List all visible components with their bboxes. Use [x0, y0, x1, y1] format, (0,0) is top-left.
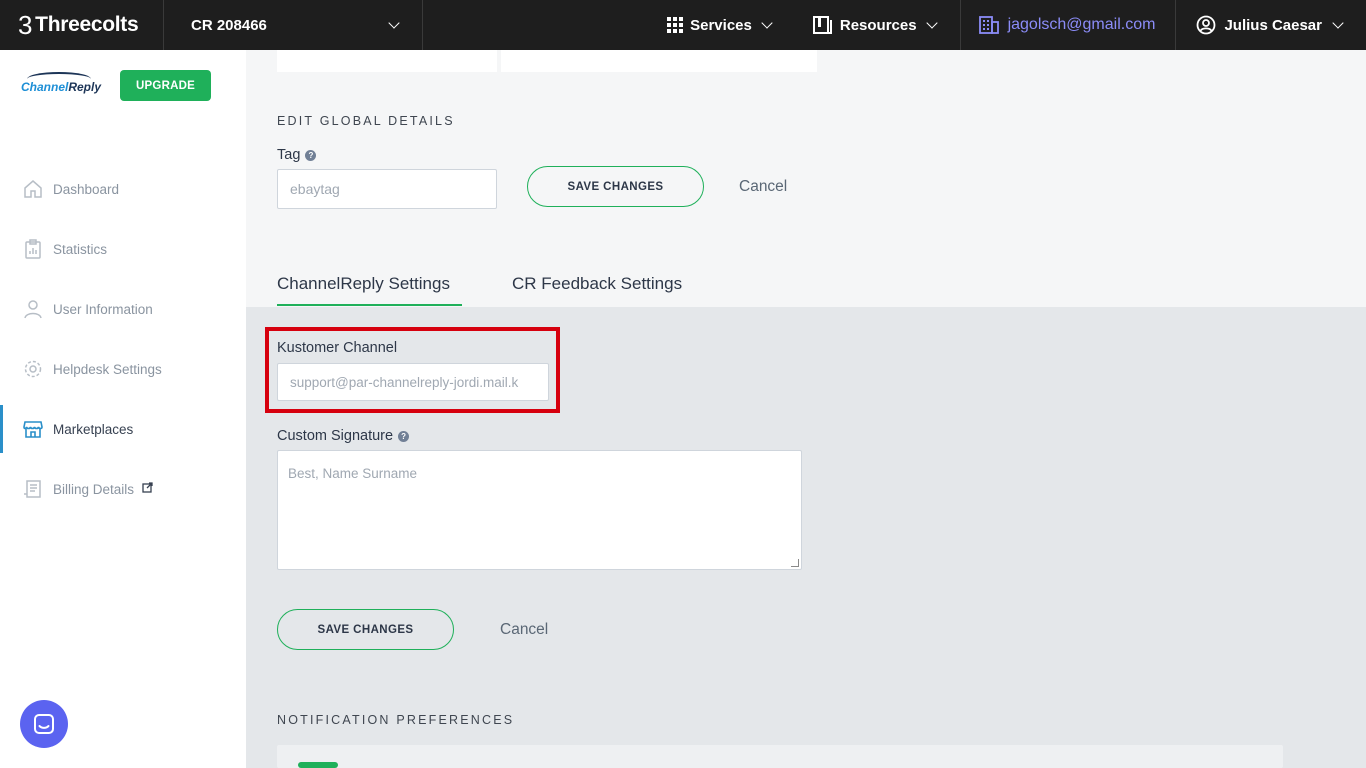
- notification-row: [277, 745, 1283, 768]
- channelreply-logo[interactable]: ChannelReply: [21, 72, 102, 102]
- gear-icon: [23, 359, 43, 379]
- user-icon: [23, 299, 43, 319]
- sidebar-item-helpdesk-settings[interactable]: Helpdesk Settings: [0, 345, 246, 393]
- sidebar-item-label: User Information: [53, 301, 153, 317]
- user-name: Julius Caesar: [1224, 16, 1322, 34]
- chat-icon: [34, 714, 54, 734]
- notification-preferences-title: NOTIFICATION PREFERENCES: [277, 713, 515, 727]
- top-nav: Services Resources: [667, 0, 959, 50]
- threecolts-logo[interactable]: 3 Threecolts: [0, 0, 164, 50]
- sidebar-item-user-information[interactable]: User Information: [0, 285, 246, 333]
- settings-tabs: ChannelReply Settings CR Feedback Settin…: [246, 262, 1366, 307]
- book-icon: [812, 16, 832, 34]
- sidebar-item-marketplaces[interactable]: Marketplaces: [0, 405, 246, 453]
- chevron-down-icon: [1332, 17, 1344, 29]
- save-changes-button-2[interactable]: SAVE CHANGES: [277, 609, 454, 650]
- previous-field-stub: [501, 50, 817, 72]
- tag-label: Tag ?: [277, 147, 317, 163]
- signature-placeholder: Best, Name Surname: [288, 466, 418, 481]
- cancel-link[interactable]: Cancel: [739, 178, 787, 196]
- email-text: jagolsch@gmail.com: [1007, 16, 1156, 33]
- resources-label: Resources: [839, 16, 917, 34]
- sidebar-item-label: Marketplaces: [53, 421, 134, 437]
- sidebar-item-label: Dashboard: [53, 181, 120, 197]
- tag-label-text: Tag: [277, 147, 301, 163]
- tab-cr-feedback-settings[interactable]: CR Feedback Settings: [512, 274, 682, 294]
- sidebar-item-dashboard[interactable]: Dashboard: [0, 165, 246, 213]
- tab-channelreply-settings[interactable]: ChannelReply Settings: [277, 274, 450, 294]
- chevron-down-icon: [925, 17, 938, 29]
- external-link-icon: [142, 482, 153, 496]
- resize-handle-icon[interactable]: [791, 559, 799, 567]
- chat-widget-button[interactable]: [20, 700, 68, 748]
- threecolts-mark-icon: 3: [18, 9, 33, 40]
- sidebar-item-statistics[interactable]: Statistics: [0, 225, 246, 273]
- chevron-down-icon: [761, 17, 773, 29]
- logo-text: ChannelReply: [21, 80, 102, 94]
- user-circle-icon: [1197, 15, 1216, 35]
- highlight-box: [265, 327, 560, 413]
- custom-signature-label-text: Custom Signature: [277, 428, 394, 444]
- services-menu[interactable]: Services: [667, 17, 787, 34]
- account-name: CR 208466: [191, 16, 267, 34]
- main-content: EDIT GLOBAL DETAILS Tag ? ebaytag SAVE C…: [246, 50, 1366, 768]
- resources-menu[interactable]: Resources: [812, 16, 952, 34]
- help-icon[interactable]: ?: [305, 149, 317, 161]
- home-icon: [23, 179, 43, 199]
- sidebar: ChannelReply UPGRADE Dashboard Statistic…: [0, 50, 246, 768]
- notification-toggle[interactable]: [298, 762, 338, 768]
- sidebar-item-billing-details[interactable]: Billing Details: [0, 465, 246, 513]
- cancel-link-2[interactable]: Cancel: [500, 621, 548, 639]
- top-bar: 3 Threecolts CR 208466 Services Resource…: [0, 0, 1366, 50]
- active-tab-indicator: [277, 304, 462, 306]
- sidebar-item-label: Helpdesk Settings: [53, 361, 162, 377]
- custom-signature-textarea[interactable]: Best, Name Surname: [277, 450, 802, 570]
- tag-input[interactable]: ebaytag: [277, 169, 497, 209]
- clipboard-chart-icon: [23, 239, 43, 259]
- grid-icon: [667, 17, 684, 33]
- edit-global-details-title: EDIT GLOBAL DETAILS: [277, 114, 455, 128]
- organization-email[interactable]: jagolsch@gmail.com: [959, 0, 1177, 50]
- sidebar-item-label: Billing Details: [53, 481, 135, 497]
- services-label: Services: [690, 16, 752, 34]
- storefront-icon: [23, 419, 43, 439]
- custom-signature-label: Custom Signature ?: [277, 428, 410, 444]
- account-selector[interactable]: CR 208466: [164, 0, 423, 50]
- help-icon[interactable]: ?: [398, 430, 410, 442]
- previous-field-stub: [277, 50, 497, 72]
- building-icon: [978, 16, 999, 34]
- save-changes-button[interactable]: SAVE CHANGES: [527, 166, 704, 207]
- chevron-down-icon: [388, 17, 400, 29]
- receipt-icon: [23, 479, 43, 499]
- sidebar-item-label: Statistics: [53, 241, 108, 257]
- brand-name: Threecolts: [35, 13, 139, 36]
- upgrade-button[interactable]: UPGRADE: [120, 70, 211, 101]
- user-menu[interactable]: Julius Caesar: [1176, 0, 1366, 50]
